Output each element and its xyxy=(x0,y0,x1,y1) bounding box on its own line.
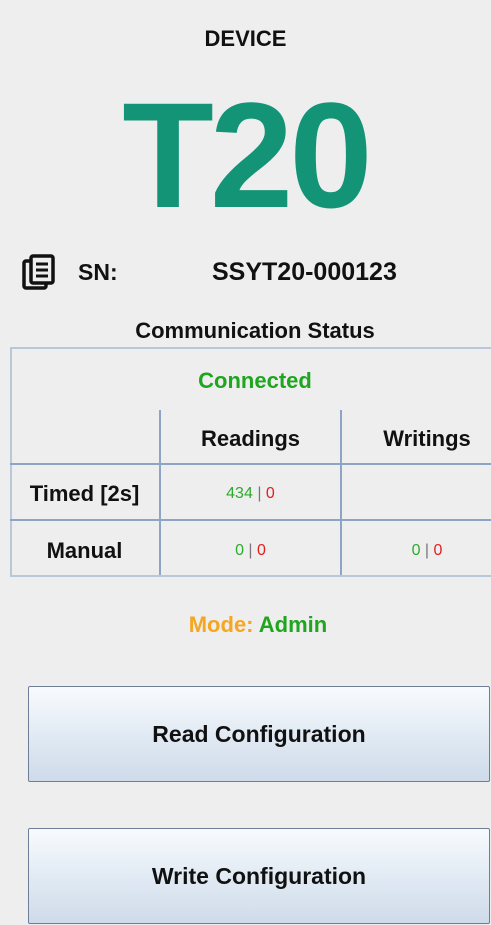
table-divider xyxy=(10,463,491,465)
mode-label: Mode: xyxy=(188,612,254,637)
write-configuration-button[interactable]: Write Configuration xyxy=(28,828,490,924)
row-label-manual: Manual xyxy=(46,538,123,563)
sn-value: SSYT20-000123 xyxy=(212,257,397,286)
column-header-readings: Readings xyxy=(200,426,301,451)
device-label: DEVICE xyxy=(204,26,287,51)
table-divider xyxy=(10,519,491,521)
manual-readings-ok: 0 xyxy=(235,542,244,559)
row-label-timed: Timed [2s] xyxy=(29,481,140,506)
manual-writings-count: 0 | 0 xyxy=(342,542,491,560)
timed-readings-count: 434 | 0 xyxy=(161,485,340,503)
mode-indicator: Mode: Admin xyxy=(0,612,491,638)
timed-readings-err: 0 xyxy=(265,485,275,502)
communication-status-title: Communication Status xyxy=(135,318,375,343)
separator: | xyxy=(424,542,430,559)
column-header-writings: Writings xyxy=(383,426,471,451)
manual-writings-ok: 0 xyxy=(411,542,421,559)
separator: | xyxy=(257,485,262,502)
manual-writings-err: 0 xyxy=(433,542,443,559)
read-configuration-button[interactable]: Read Configuration xyxy=(28,686,490,782)
manual-readings-count: 0 | 0 xyxy=(161,542,340,560)
device-model: T20 xyxy=(122,71,372,239)
separator: | xyxy=(248,542,253,559)
serial-number-row: SN: SSYT20-000123 xyxy=(22,252,397,292)
timed-readings-ok: 434 xyxy=(226,485,253,502)
sn-label: SN: xyxy=(78,258,118,285)
mode-value: Admin xyxy=(258,612,328,637)
document-icon xyxy=(22,254,56,290)
connection-status: Connected xyxy=(198,368,312,393)
manual-readings-err: 0 xyxy=(257,542,266,559)
